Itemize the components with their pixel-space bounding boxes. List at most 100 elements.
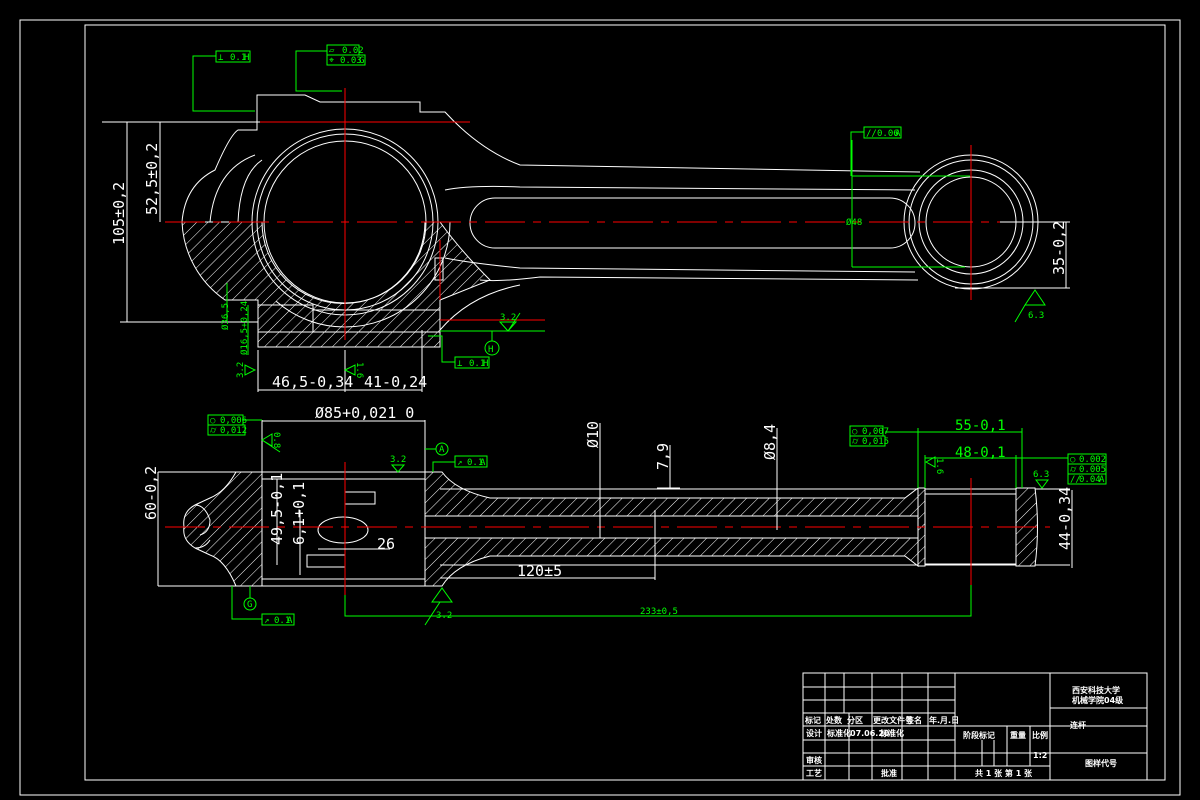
dim-shank: 120±5 xyxy=(517,562,562,580)
svg-text:A: A xyxy=(287,616,293,626)
svg-text:标准化: 标准化 xyxy=(826,728,851,738)
svg-text:处数: 处数 xyxy=(825,715,843,725)
dim-half-height: 52,5±0,2 xyxy=(143,143,161,215)
svg-text:0,015: 0,015 xyxy=(862,437,889,447)
svg-text:⌭: ⌭ xyxy=(852,437,859,447)
dim-inner-height: 49,5-0,1 xyxy=(268,473,286,545)
svg-text:阶段标记: 阶段标记 xyxy=(963,730,995,740)
svg-text:H: H xyxy=(488,345,493,355)
tolerance-frame: ○ 0.002 ⌭ 0.005 // 0.04 A xyxy=(1067,453,1107,485)
svg-text:1:2: 1:2 xyxy=(1033,751,1047,760)
svg-text:机械学院04级: 机械学院04级 xyxy=(1072,695,1124,705)
svg-text:分区: 分区 xyxy=(847,715,863,725)
svg-text:⌖: ⌖ xyxy=(329,56,334,66)
dim-right-length: 41-0,24 xyxy=(364,373,427,391)
bore-section xyxy=(261,471,426,587)
svg-text:⊥: ⊥ xyxy=(218,53,224,63)
svg-text:A: A xyxy=(1099,475,1105,485)
svg-text://: // xyxy=(866,129,877,139)
roughness-symbol xyxy=(1035,479,1049,489)
svg-text:标记: 标记 xyxy=(804,715,821,725)
svg-text:标准化: 标准化 xyxy=(879,728,904,738)
tolerance-frame: ○ 0,007 ⌭ 0,015 xyxy=(849,425,889,447)
svg-text:↗: ↗ xyxy=(264,616,269,626)
outer-frame xyxy=(19,19,1181,796)
svg-text:G: G xyxy=(359,56,364,66)
tolerance-frame: ↗ 0.1 A xyxy=(432,455,488,472)
svg-text:设计: 设计 xyxy=(806,728,822,738)
big-end-cap-section xyxy=(183,471,263,587)
svg-text:6.3: 6.3 xyxy=(1028,311,1044,321)
svg-text:连杆: 连杆 xyxy=(1070,720,1086,730)
cad-drawing: 105±0,2 52,5±0,2 46,5-0,34 41-0,24 35-0,… xyxy=(19,19,1181,796)
roughness-symbol xyxy=(244,364,257,376)
svg-text:A: A xyxy=(480,458,486,468)
dim-key: 6,1+0,1 xyxy=(290,482,308,545)
svg-text:○: ○ xyxy=(1070,455,1076,465)
tolerance-frame: ○ 0,006 ⌭ 0,012 xyxy=(207,414,262,436)
svg-text:0,006: 0,006 xyxy=(220,416,247,426)
dim-height: 60-0,2 xyxy=(142,466,160,520)
svg-text:G: G xyxy=(247,600,252,610)
dim-oil-hole: Ø10 xyxy=(584,421,602,448)
svg-text:0.8: 0.8 xyxy=(271,432,281,448)
svg-text:西安科技大学: 西安科技大学 xyxy=(1072,685,1120,695)
svg-text:工艺: 工艺 xyxy=(806,768,822,778)
svg-text:A: A xyxy=(895,129,901,139)
svg-text:⊥: ⊥ xyxy=(457,359,463,369)
svg-text:比例: 比例 xyxy=(1032,730,1048,740)
top-view: 105±0,2 52,5±0,2 46,5-0,34 41-0,24 35-0,… xyxy=(102,44,1070,392)
svg-text:3.2: 3.2 xyxy=(390,455,406,465)
svg-text:0,007: 0,007 xyxy=(862,427,889,437)
tolerance-frame: ⊥ 0.1 H xyxy=(192,50,255,112)
svg-text:0.002: 0.002 xyxy=(1079,455,1106,465)
tolerance-frame: // 0.06 A xyxy=(850,126,902,176)
tolerance-frame: ⊥ 0.1 H xyxy=(428,330,545,369)
dim-small-dia: Ø48 xyxy=(846,217,862,228)
roughness-symbol xyxy=(390,464,406,473)
svg-text:0.02: 0.02 xyxy=(342,46,364,56)
title-block: 标记 处数 分区 更改文件号 签名 年.月.日 设计 标准化 07.06.20 … xyxy=(802,672,1148,781)
svg-text:3.2: 3.2 xyxy=(236,362,246,378)
svg-text:H: H xyxy=(483,359,488,369)
tolerance-frame: ↗ 0.1 A xyxy=(231,586,295,626)
svg-text:图样代号: 图样代号 xyxy=(1085,758,1117,768)
dim-55: 55-0,1 xyxy=(955,418,1006,434)
svg-text:3.2: 3.2 xyxy=(500,313,516,323)
svg-text:⌭: ⌭ xyxy=(210,426,217,436)
svg-text:签名: 签名 xyxy=(905,715,922,725)
svg-text:重量: 重量 xyxy=(1010,730,1026,740)
dim-bore: Ø85+0,021 0 xyxy=(315,404,414,422)
rod-upper-section xyxy=(424,471,919,517)
dim-7-9: 7,9 xyxy=(654,443,672,470)
oil-hole xyxy=(317,516,369,544)
tolerance-frame: ▱ 0.02 ⌖ 0.03 G xyxy=(295,44,366,92)
svg-text:○: ○ xyxy=(852,427,858,437)
svg-text:1.6: 1.6 xyxy=(354,362,364,378)
inner-frame xyxy=(84,24,1166,781)
dim-48: 48-0,1 xyxy=(955,445,1006,461)
rod-lower-section xyxy=(424,537,919,587)
svg-text:○: ○ xyxy=(210,416,216,426)
svg-text:1.6: 1.6 xyxy=(934,458,944,474)
dim-small-end-height: 35-0,2 xyxy=(1050,221,1068,275)
dim-44: 44-0,34 xyxy=(1056,487,1074,550)
svg-text:▱: ▱ xyxy=(329,46,335,56)
dim-total-height: 105±0,2 xyxy=(110,182,128,245)
svg-text:年.月.日: 年.月.日 xyxy=(929,715,959,725)
svg-text:共 1 张 第 1 张: 共 1 张 第 1 张 xyxy=(975,768,1033,778)
svg-text:批准: 批准 xyxy=(881,768,897,778)
svg-text:0.005: 0.005 xyxy=(1079,465,1106,475)
svg-text:0,012: 0,012 xyxy=(220,426,247,436)
svg-text:审核: 审核 xyxy=(806,755,822,765)
big-end-outline xyxy=(181,94,921,223)
dim-bolt-dia-b: Ø36,5 xyxy=(220,303,231,330)
svg-text:A: A xyxy=(439,445,445,455)
svg-text:3.2: 3.2 xyxy=(436,611,452,621)
svg-text:0.04: 0.04 xyxy=(1079,475,1101,485)
svg-text:↗: ↗ xyxy=(457,458,462,468)
dim-center-distance: 233±0,5 xyxy=(640,607,678,617)
svg-text:6.3: 6.3 xyxy=(1033,470,1049,480)
dim-26: 26 xyxy=(377,535,395,553)
dim-8-4: Ø8,4 xyxy=(761,424,779,460)
